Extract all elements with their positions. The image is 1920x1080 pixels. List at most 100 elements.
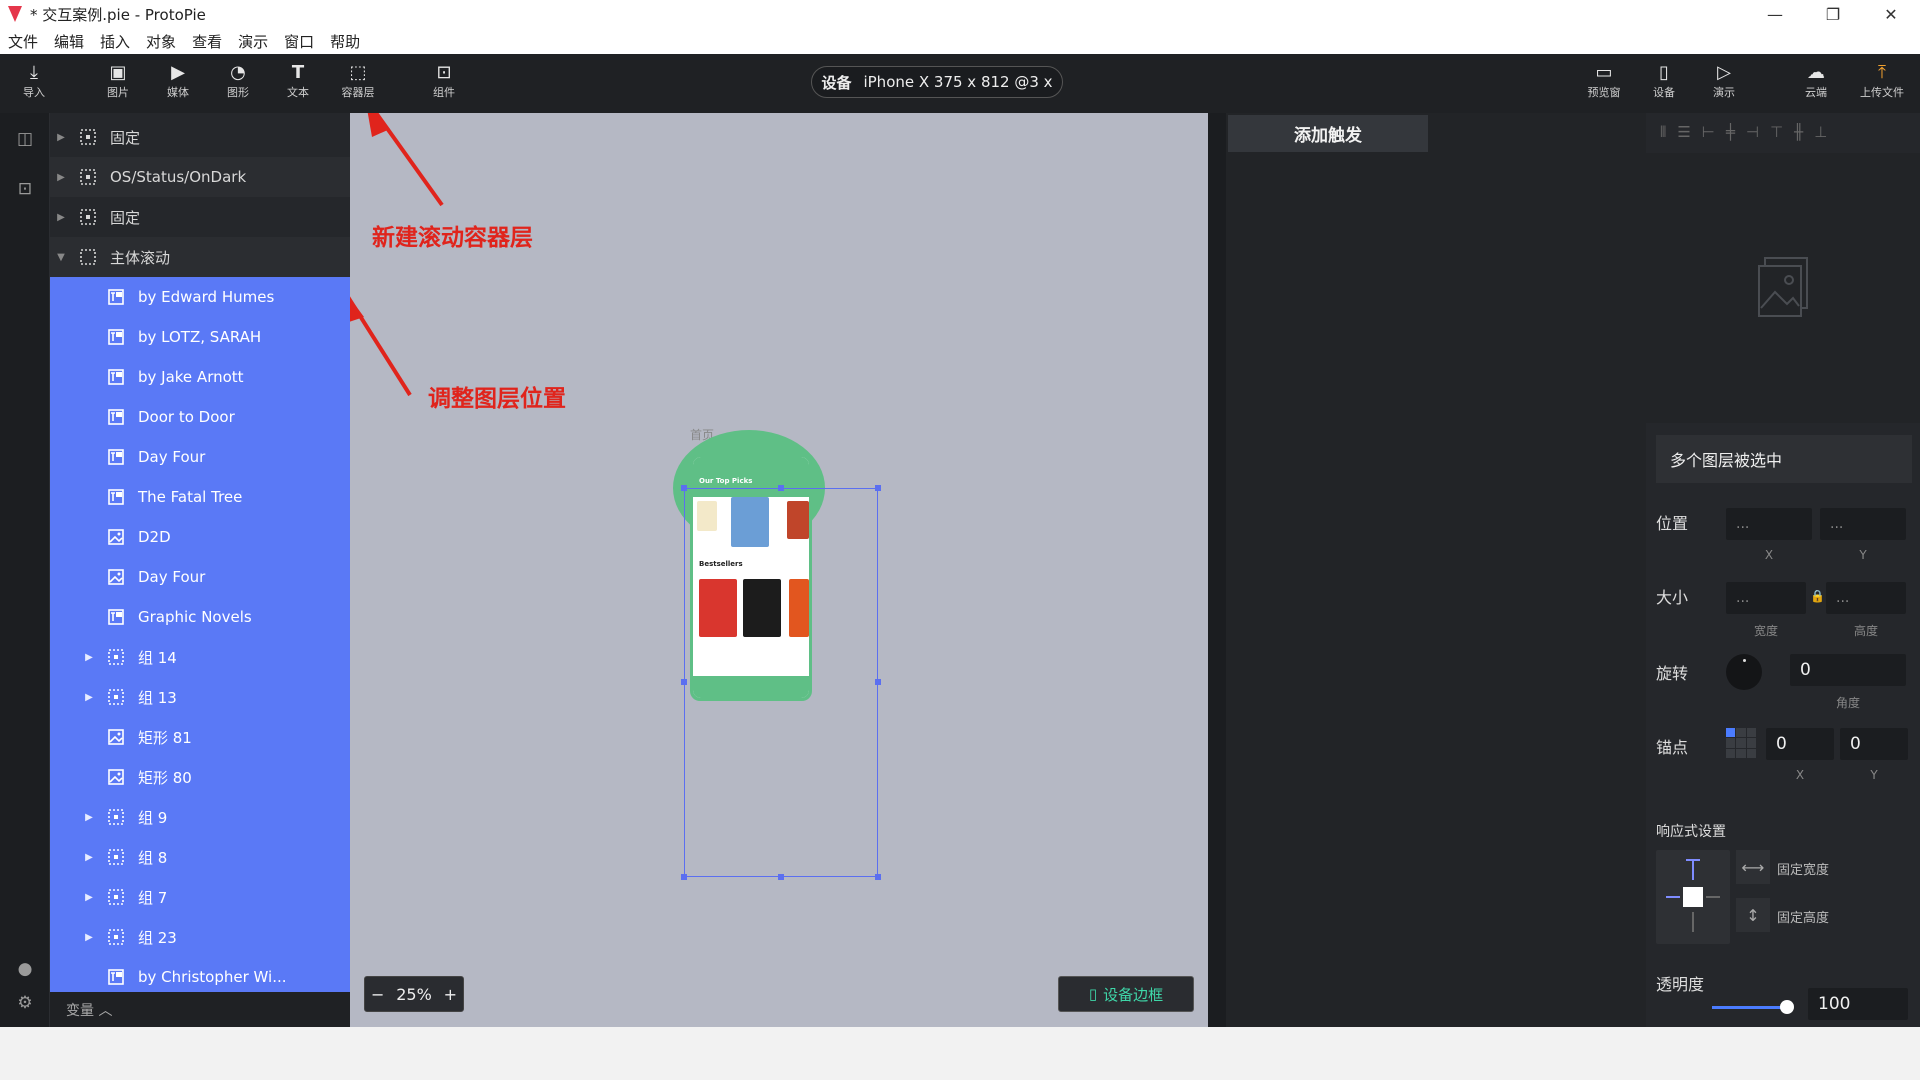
layer-row[interactable]: by LOTZ, SARAH: [50, 317, 350, 357]
expand-arrow-icon[interactable]: ▶: [82, 892, 96, 903]
layer-row[interactable]: Day Four: [50, 557, 350, 597]
anchor-x-field[interactable]: 0: [1766, 728, 1834, 760]
align-bottom-icon[interactable]: ⊥: [1814, 123, 1827, 141]
menu-insert[interactable]: 插入: [100, 31, 130, 52]
fixed-height-button[interactable]: ↕: [1736, 898, 1770, 932]
align-middle-icon[interactable]: ╫: [1794, 123, 1803, 141]
constraints-widget[interactable]: [1656, 850, 1730, 944]
expand-arrow-icon[interactable]: ▶: [82, 852, 96, 863]
menu-file[interactable]: 文件: [8, 31, 38, 52]
layer-row[interactable]: by Edward Humes: [50, 277, 350, 317]
menu-present[interactable]: 演示: [238, 31, 268, 52]
position-x-field[interactable]: ...: [1726, 508, 1812, 540]
resize-handle[interactable]: [681, 874, 687, 880]
align-left-icon[interactable]: ⊢: [1702, 123, 1715, 141]
layer-row[interactable]: 矩形 81: [50, 717, 350, 757]
device-selector[interactable]: 设备 iPhone X 375 x 812 @3 x: [811, 66, 1063, 98]
layer-row[interactable]: ▶ 组 13: [50, 677, 350, 717]
layer-row[interactable]: ▶ 固定: [50, 117, 350, 157]
expand-arrow-icon[interactable]: ▶: [82, 692, 96, 703]
expand-arrow-icon[interactable]: ▶: [82, 932, 96, 943]
component-button[interactable]: ⊡ 组件: [420, 62, 468, 100]
layer-row[interactable]: The Fatal Tree: [50, 477, 350, 517]
layer-row[interactable]: 矩形 80: [50, 757, 350, 797]
variables-toggle[interactable]: 变量 ︿: [50, 992, 350, 1027]
add-trigger-button[interactable]: 添加触发: [1228, 115, 1428, 152]
rotation-field[interactable]: 0: [1790, 654, 1906, 686]
upload-button[interactable]: ⤒ 上传文件: [1852, 62, 1912, 100]
gear-icon[interactable]: ⚙: [14, 993, 36, 1015]
resize-handle[interactable]: [875, 679, 881, 685]
shape-button[interactable]: ◔ 图形: [214, 62, 262, 100]
align-center-icon[interactable]: ╪: [1726, 123, 1735, 141]
expand-arrow-icon[interactable]: ▶: [54, 132, 68, 143]
layer-row[interactable]: ▶ OS/Status/OnDark: [50, 157, 350, 197]
resize-handle[interactable]: [875, 874, 881, 880]
resize-handle[interactable]: [681, 485, 687, 491]
resize-handle[interactable]: [778, 874, 784, 880]
layer-row[interactable]: Door to Door: [50, 397, 350, 437]
fixed-width-button[interactable]: ⟷: [1736, 850, 1770, 884]
layer-row[interactable]: D2D: [50, 517, 350, 557]
zoom-in-button[interactable]: +: [444, 985, 457, 1004]
menu-window[interactable]: 窗口: [284, 31, 314, 52]
distribute-vertical-icon[interactable]: ☰: [1677, 123, 1690, 141]
container-button[interactable]: ⬚ 容器层: [334, 62, 382, 100]
user-icon[interactable]: ●: [14, 959, 36, 981]
preview-window-button[interactable]: ▭ 预览窗: [1580, 62, 1628, 100]
layers-panel-icon[interactable]: ◫: [14, 129, 36, 151]
position-y-field[interactable]: ...: [1820, 508, 1906, 540]
media-button[interactable]: ▶ 媒体: [154, 62, 202, 100]
canvas[interactable]: 首页 Our Top Picks Bestsellers − 25% + ▯ 设…: [350, 113, 1208, 1027]
layer-row[interactable]: ▶ 组 9: [50, 797, 350, 837]
import-button[interactable]: ⤓ 导入: [10, 62, 58, 100]
resize-handle[interactable]: [681, 679, 687, 685]
anchor-point-grid[interactable]: [1726, 728, 1756, 758]
present-button[interactable]: ▷ 演示: [1700, 62, 1748, 100]
expand-arrow-icon[interactable]: ▶: [82, 812, 96, 823]
lock-icon[interactable]: 🔒: [1810, 589, 1825, 603]
menu-edit[interactable]: 编辑: [54, 31, 84, 52]
resize-handle[interactable]: [778, 485, 784, 491]
layer-row[interactable]: ▶ 组 7: [50, 877, 350, 917]
text-button[interactable]: T 文本: [274, 62, 322, 100]
zoom-level[interactable]: 25%: [396, 985, 432, 1004]
layer-row[interactable]: Graphic Novels: [50, 597, 350, 637]
layer-row[interactable]: Day Four: [50, 437, 350, 477]
resize-handle[interactable]: [875, 485, 881, 491]
selection-box[interactable]: [684, 488, 878, 877]
width-field[interactable]: ...: [1726, 582, 1806, 614]
component-panel-icon[interactable]: ⊡: [14, 179, 36, 201]
opacity-field[interactable]: 100: [1808, 988, 1908, 1020]
layer-row[interactable]: by Christopher Wi...: [50, 957, 350, 992]
cloud-button[interactable]: ☁ 云端: [1792, 62, 1840, 100]
rotation-dial[interactable]: [1726, 654, 1762, 690]
image-button[interactable]: ▣ 图片: [94, 62, 142, 100]
device-button[interactable]: ▯ 设备: [1640, 62, 1688, 100]
device-frame-button[interactable]: ▯ 设备边框: [1058, 976, 1194, 1012]
align-right-icon[interactable]: ⊣: [1746, 123, 1759, 141]
align-top-icon[interactable]: ⊤: [1770, 123, 1783, 141]
menu-object[interactable]: 对象: [146, 31, 176, 52]
panel-divider[interactable]: [1208, 113, 1226, 1027]
expand-arrow-icon[interactable]: ▶: [82, 652, 96, 663]
minimize-button[interactable]: —: [1746, 0, 1804, 28]
opacity-slider-thumb[interactable]: [1780, 1000, 1794, 1014]
distribute-horizontal-icon[interactable]: ⫴: [1660, 123, 1666, 141]
anchor-y-field[interactable]: 0: [1840, 728, 1908, 760]
layer-row[interactable]: ▶ 固定: [50, 197, 350, 237]
menu-view[interactable]: 查看: [192, 31, 222, 52]
layer-row[interactable]: ▶ 组 14: [50, 637, 350, 677]
layer-row[interactable]: ▶ 组 8: [50, 837, 350, 877]
expand-arrow-icon[interactable]: ▶: [54, 212, 68, 223]
layer-row[interactable]: ▶ 组 23: [50, 917, 350, 957]
layer-row[interactable]: by Jake Arnott: [50, 357, 350, 397]
zoom-out-button[interactable]: −: [371, 985, 384, 1004]
restore-button[interactable]: ❐: [1804, 0, 1862, 28]
close-button[interactable]: ✕: [1862, 0, 1920, 28]
menu-help[interactable]: 帮助: [330, 31, 360, 52]
expand-arrow-icon[interactable]: ▶: [54, 172, 68, 183]
height-field[interactable]: ...: [1826, 582, 1906, 614]
opacity-slider-track[interactable]: [1712, 1006, 1788, 1009]
layer-row[interactable]: ▼ 主体滚动: [50, 237, 350, 277]
